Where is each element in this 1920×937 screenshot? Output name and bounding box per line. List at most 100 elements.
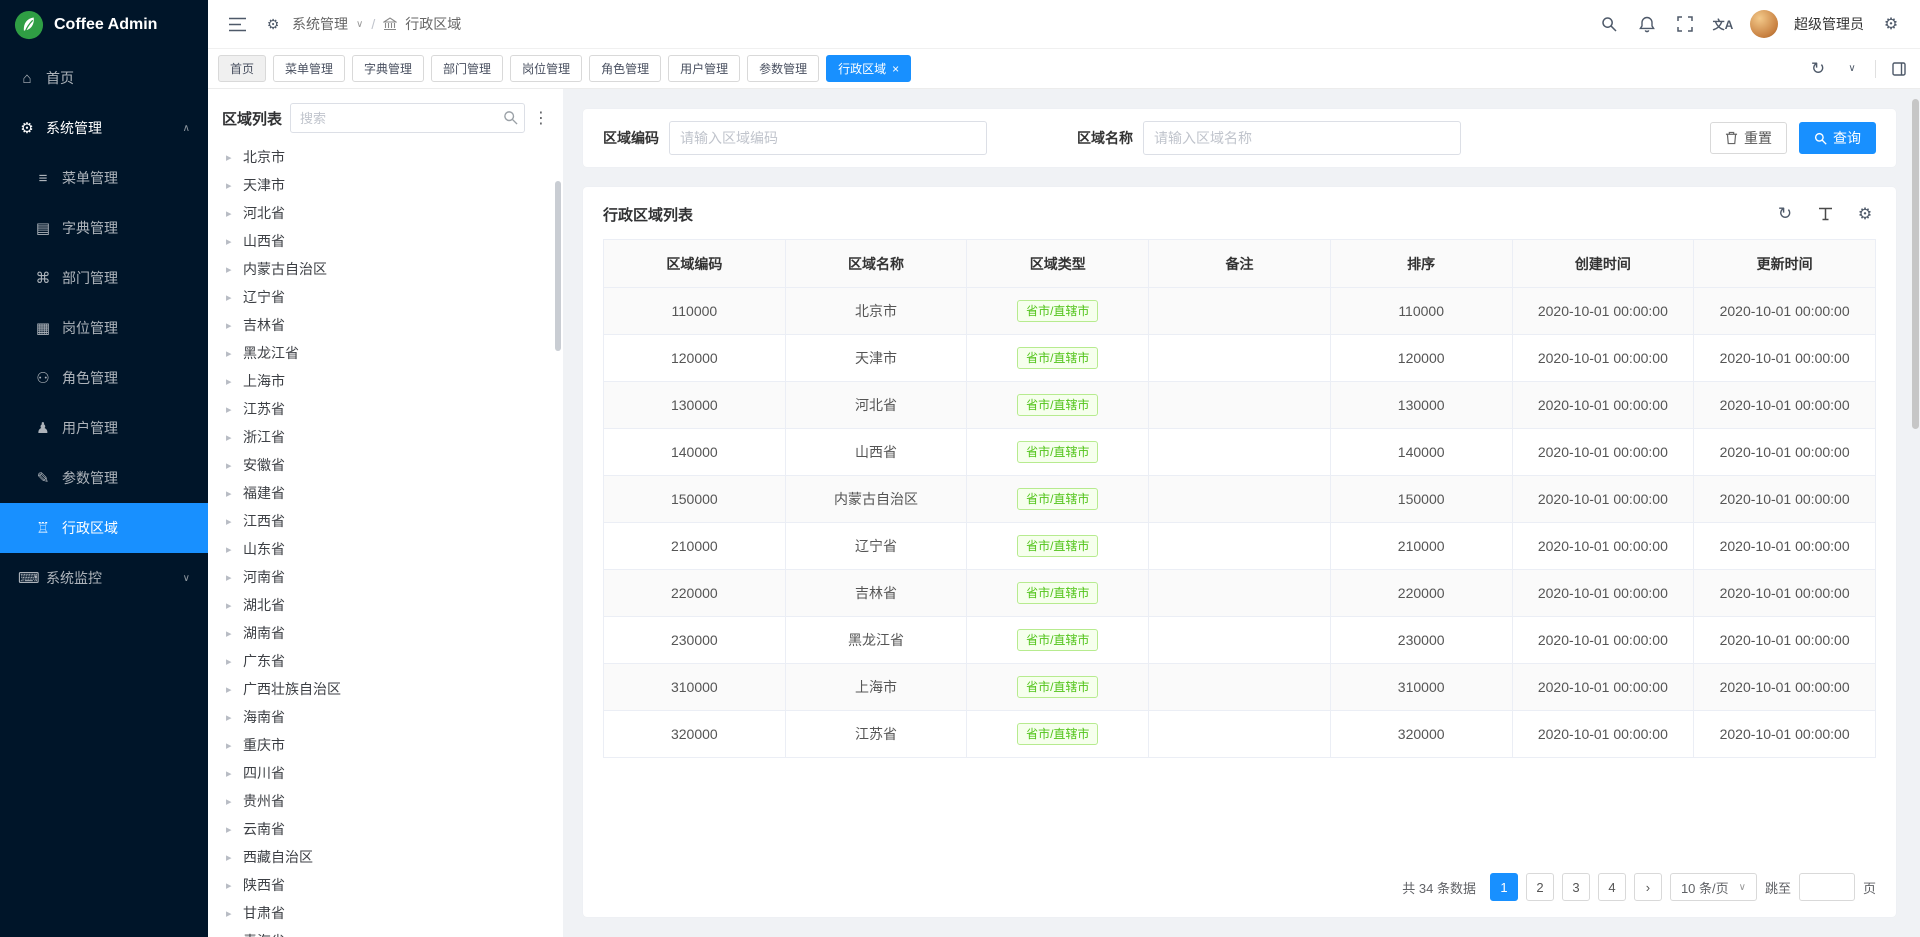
breadcrumb-section[interactable]: 系统管理 (292, 14, 348, 34)
layout-panel-icon[interactable] (1888, 58, 1910, 80)
tab[interactable]: 行政区域 × (826, 55, 911, 82)
expand-caret-icon[interactable] (226, 375, 236, 388)
sidebar-item[interactable]: ≡ 菜单管理 (0, 153, 208, 203)
tree-item[interactable]: 河南省 (222, 563, 549, 591)
page-button[interactable]: 3 (1562, 873, 1590, 901)
app-logo[interactable]: Coffee Admin (0, 0, 208, 49)
tree-item[interactable]: 山东省 (222, 535, 549, 563)
translate-icon[interactable]: 文A (1712, 13, 1734, 35)
page-size-select[interactable]: 10 条/页 (1670, 873, 1757, 901)
tree-item[interactable]: 黑龙江省 (222, 339, 549, 367)
expand-caret-icon[interactable] (226, 767, 236, 780)
tree-item[interactable]: 重庆市 (222, 731, 549, 759)
expand-caret-icon[interactable] (226, 851, 236, 864)
expand-caret-icon[interactable] (226, 627, 236, 640)
sidebar-item[interactable]: ♖ 行政区域 (0, 503, 208, 553)
region-name-input[interactable] (1143, 121, 1461, 155)
expand-caret-icon[interactable] (226, 179, 236, 192)
expand-caret-icon[interactable] (226, 683, 236, 696)
more-options-icon[interactable] (533, 108, 549, 128)
chevron-down-icon[interactable] (1841, 58, 1863, 80)
tab[interactable]: 字典管理 (352, 55, 424, 82)
tree-item[interactable]: 广西壮族自治区 (222, 675, 549, 703)
expand-caret-icon[interactable] (226, 291, 236, 304)
tab[interactable]: 角色管理 (589, 55, 661, 82)
text-size-icon[interactable] (1814, 203, 1836, 225)
sidebar-item[interactable]: ⚇ 角色管理 (0, 353, 208, 403)
tree-item[interactable]: 安徽省 (222, 451, 549, 479)
sidebar-item[interactable]: ⌘ 部门管理 (0, 253, 208, 303)
expand-caret-icon[interactable] (226, 235, 236, 248)
settings-icon[interactable] (1880, 13, 1902, 35)
expand-caret-icon[interactable] (226, 403, 236, 416)
tree-item[interactable]: 海南省 (222, 703, 549, 731)
expand-caret-icon[interactable] (226, 515, 236, 528)
tree-item[interactable]: 辽宁省 (222, 283, 549, 311)
table-row[interactable]: 120000 天津市 省市/直辖市 120000 2020-10-01 00:0… (604, 335, 1876, 382)
tab[interactable]: 部门管理 (431, 55, 503, 82)
sidebar-item[interactable]: ⚙ 系统管理 ∧ (0, 103, 208, 153)
tree-item[interactable]: 福建省 (222, 479, 549, 507)
avatar[interactable] (1750, 10, 1778, 38)
expand-caret-icon[interactable] (226, 571, 236, 584)
fullscreen-icon[interactable] (1674, 13, 1696, 35)
tree-item[interactable]: 湖北省 (222, 591, 549, 619)
sidebar-item[interactable]: ▤ 字典管理 (0, 203, 208, 253)
page-button[interactable]: 2 (1526, 873, 1554, 901)
refresh-icon[interactable] (1807, 58, 1829, 80)
table-row[interactable]: 110000 北京市 省市/直辖市 110000 2020-10-01 00:0… (604, 288, 1876, 335)
tree-item[interactable]: 江苏省 (222, 395, 549, 423)
search-icon[interactable] (503, 110, 518, 125)
expand-caret-icon[interactable] (226, 599, 236, 612)
menu-collapse-icon[interactable] (226, 13, 248, 35)
search-button[interactable]: 查询 (1799, 122, 1876, 154)
sidebar-item[interactable]: ▦ 岗位管理 (0, 303, 208, 353)
tree-item[interactable]: 陕西省 (222, 871, 549, 899)
window-scrollbar[interactable] (1912, 99, 1919, 429)
tree-item[interactable]: 上海市 (222, 367, 549, 395)
user-name[interactable]: 超级管理员 (1794, 14, 1864, 34)
tab[interactable]: 菜单管理 (273, 55, 345, 82)
tree-item[interactable]: 内蒙古自治区 (222, 255, 549, 283)
tree-item[interactable]: 云南省 (222, 815, 549, 843)
tree-item[interactable]: 贵州省 (222, 787, 549, 815)
table-row[interactable]: 150000 内蒙古自治区 省市/直辖市 150000 2020-10-01 0… (604, 476, 1876, 523)
tree-item[interactable]: 湖南省 (222, 619, 549, 647)
tree-item[interactable]: 山西省 (222, 227, 549, 255)
tree-item[interactable]: 甘肃省 (222, 899, 549, 927)
tree-item[interactable]: 广东省 (222, 647, 549, 675)
table-row[interactable]: 140000 山西省 省市/直辖市 140000 2020-10-01 00:0… (604, 429, 1876, 476)
sidebar-item[interactable]: ⌂ 首页 (0, 53, 208, 103)
next-page-button[interactable]: › (1634, 873, 1662, 901)
chevron-down-icon[interactable] (356, 19, 363, 30)
tree-item[interactable]: 天津市 (222, 171, 549, 199)
tree-item[interactable]: 江西省 (222, 507, 549, 535)
expand-caret-icon[interactable] (226, 879, 236, 892)
expand-caret-icon[interactable] (226, 655, 236, 668)
sidebar-item[interactable]: ♟ 用户管理 (0, 403, 208, 453)
expand-caret-icon[interactable] (226, 739, 236, 752)
sidebar-item[interactable]: ✎ 参数管理 (0, 453, 208, 503)
tree-scrollbar[interactable] (555, 181, 561, 351)
expand-caret-icon[interactable] (226, 459, 236, 472)
expand-caret-icon[interactable] (226, 487, 236, 500)
table-row[interactable]: 220000 吉林省 省市/直辖市 220000 2020-10-01 00:0… (604, 570, 1876, 617)
tree-item[interactable]: 青海省 (222, 927, 549, 937)
gear-icon[interactable] (1854, 203, 1876, 225)
expand-caret-icon[interactable] (226, 823, 236, 836)
refresh-icon[interactable] (1774, 203, 1796, 225)
expand-caret-icon[interactable] (226, 207, 236, 220)
tree-item[interactable]: 河北省 (222, 199, 549, 227)
expand-caret-icon[interactable] (226, 263, 236, 276)
tab[interactable]: 首页 (218, 55, 266, 82)
tab[interactable]: 岗位管理 (510, 55, 582, 82)
expand-caret-icon[interactable] (226, 151, 236, 164)
expand-caret-icon[interactable] (226, 795, 236, 808)
table-row[interactable]: 130000 河北省 省市/直辖市 130000 2020-10-01 00:0… (604, 382, 1876, 429)
tree-item[interactable]: 北京市 (222, 143, 549, 171)
table-row[interactable]: 230000 黑龙江省 省市/直辖市 230000 2020-10-01 00:… (604, 617, 1876, 664)
page-button[interactable]: 4 (1598, 873, 1626, 901)
page-button[interactable]: 1 (1490, 873, 1518, 901)
expand-caret-icon[interactable] (226, 907, 236, 920)
region-code-input[interactable] (669, 121, 987, 155)
